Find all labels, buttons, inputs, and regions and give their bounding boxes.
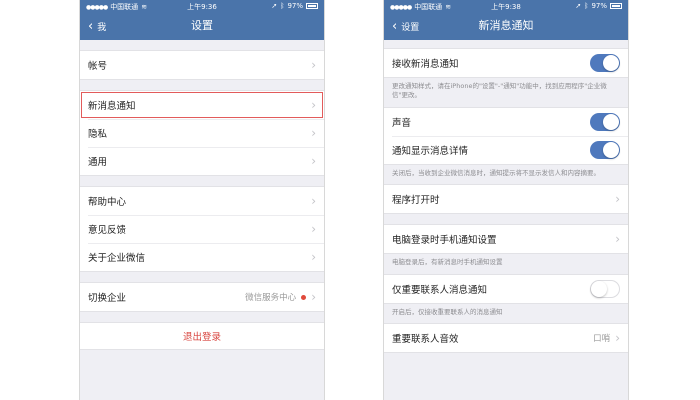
notification-dot [301,294,307,300]
page-title: 设置 [191,19,213,32]
current-company: 微信服务中心 [245,293,297,303]
bluetooth-icon: ᛒ [584,2,589,10]
battery-icon [306,3,318,9]
status-bar: ●●●●● 中国联通 ≋ 上午9:36 ➚ ᛒ 97% [80,0,324,12]
nav-bar: ‹ 我 设置 [80,12,324,40]
battery-percent: 97% [591,2,607,10]
preferences-group: 新消息通知 › 隐私 › 通用 › [80,90,324,176]
receive-notify-hint: 更改通知样式，请在iPhone的"设置"-"通知"功能中，找到应用程序"企业微信… [392,82,607,100]
status-bar: ●●●●● 中国联通 ≋ 上午9:38 ➚ ᛒ 97% [384,0,628,12]
row-label: 隐私 [88,129,108,140]
important-only-row: 仅重要联系人消息通知 [384,275,628,303]
page-title: 新消息通知 [478,19,534,32]
settings-item-account[interactable]: 帐号 › [80,51,324,79]
important-only-toggle[interactable] [590,279,620,298]
new-message-notify-screen: ●●●●● 中国联通 ≋ 上午9:38 ➚ ᛒ 97% ‹ 设置 新消息通知 接… [383,0,629,400]
sound-row: 声音 [384,108,628,136]
row-label: 帮助中心 [88,197,127,208]
important-sound-value: 口哨 [593,334,611,345]
toggle-knob [603,141,619,158]
settings-item-new-message-notify[interactable]: 新消息通知 › [80,91,324,119]
battery-icon [610,3,622,9]
program-open-row[interactable]: 程序打开时 › [384,185,628,213]
row-label: 切换企业 [88,293,127,304]
chevron-right-icon: › [311,250,316,264]
settings-item-feedback[interactable]: 意见反馈 › [80,215,324,243]
chevron-right-icon: › [311,126,316,140]
battery-percent: 97% [287,2,303,10]
row-label: 意见反馈 [88,225,127,236]
chevron-right-icon: › [615,232,620,247]
row-label: 程序打开时 [392,195,440,207]
important-only-hint: 开启后，仅接收重要联系人的消息通知 [392,307,503,316]
show-detail-row: 通知显示消息详情 [384,135,628,164]
chevron-right-icon: › [311,194,316,208]
toggle-knob [603,55,619,71]
logout-button[interactable]: 退出登录 [80,322,324,350]
row-label: 重要联系人音效 [392,334,459,346]
location-icon: ➚ [575,2,582,10]
chevron-right-icon: › [615,192,620,207]
show-detail-hint: 关闭后，当收到企业微信消息时，通知提示将不显示发信人和内容摘要。 [392,168,600,177]
chevron-right-icon: › [311,290,316,304]
row-label: 关于企业微信 [88,253,146,264]
account-group: 帐号 › [80,50,324,80]
support-group: 帮助中心 › 意见反馈 › 关于企业微信 › [80,186,324,272]
chevron-right-icon: › [311,222,316,236]
row-label: 仅重要联系人消息通知 [392,284,488,296]
bluetooth-icon: ᛒ [280,2,285,10]
row-label: 接收新消息通知 [392,59,459,70]
settings-item-help[interactable]: 帮助中心 › [80,187,324,215]
sound-toggle[interactable] [590,112,620,131]
chevron-right-icon: › [615,331,620,346]
important-sound-row[interactable]: 重要联系人音效 口哨 › [384,324,628,352]
chevron-right-icon: › [311,58,316,72]
row-label: 通用 [88,157,108,168]
settings-item-general[interactable]: 通用 › [80,147,324,175]
location-icon: ➚ [271,2,278,10]
settings-screen: ●●●●● 中国联通 ≋ 上午9:36 ➚ ᛒ 97% ‹ 我 设置 帐号 › … [79,0,325,400]
toggle-knob [591,280,607,297]
settings-item-privacy[interactable]: 隐私 › [80,119,324,147]
toggle-knob [603,113,619,130]
row-label: 帐号 [88,61,108,72]
chevron-right-icon: › [311,154,316,168]
company-group: 切换企业 微信服务中心 › [80,282,324,312]
row-label: 电脑登录时手机通知设置 [392,235,497,247]
receive-notify-toggle[interactable] [590,54,620,72]
show-detail-toggle[interactable] [590,140,620,159]
pc-login-hint: 电脑登录后，有新消息时手机通知设置 [392,258,503,267]
row-label: 通知显示消息详情 [392,145,469,157]
chevron-right-icon: › [311,98,316,112]
row-label: 新消息通知 [88,101,136,112]
settings-item-switch-company[interactable]: 切换企业 微信服务中心 › [80,283,324,311]
receive-notify-row: 接收新消息通知 [384,49,628,77]
nav-bar: ‹ 设置 新消息通知 [384,12,628,40]
pc-login-notify-row[interactable]: 电脑登录时手机通知设置 › [384,225,628,253]
row-label: 声音 [392,117,412,129]
settings-item-about[interactable]: 关于企业微信 › [80,243,324,271]
